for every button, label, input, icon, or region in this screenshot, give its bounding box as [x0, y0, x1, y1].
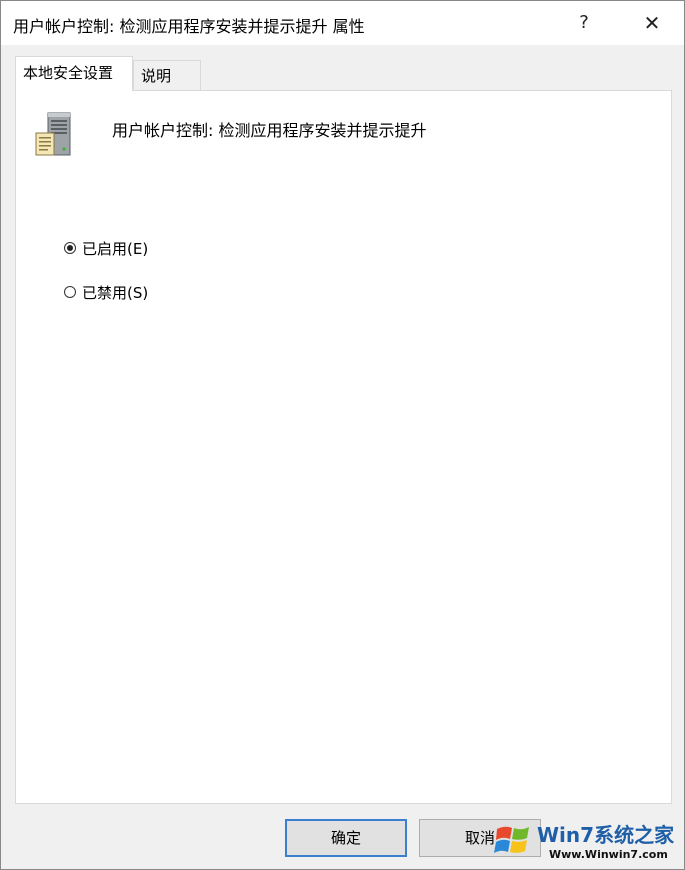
disabled-radio-option[interactable]: 已禁用(S) [64, 281, 148, 303]
title-bar[interactable]: 用户帐户控制: 检测应用程序安装并提示提升 属性 ? ✕ [1, 1, 684, 45]
policy-title: 用户帐户控制: 检测应用程序安装并提示提升 [112, 121, 427, 140]
close-button[interactable]: ✕ [629, 7, 675, 39]
windows-logo-icon [494, 826, 529, 853]
watermark-logo: Win7系统之家 Www.Winwin7.com [493, 813, 683, 869]
tab-local-security-setting[interactable]: 本地安全设置 [15, 56, 133, 91]
watermark-brand: Win7系统之家 [537, 823, 675, 847]
help-button[interactable]: ? [561, 7, 607, 39]
watermark-url: Www.Winwin7.com [549, 848, 668, 861]
window-title: 用户帐户控制: 检测应用程序安装并提示提升 属性 [13, 17, 365, 36]
properties-dialog: 用户帐户控制: 检测应用程序安装并提示提升 属性 ? ✕ 本地安全设置 说明 用… [0, 0, 685, 870]
enabled-radio-label: 已启用(E) [82, 239, 149, 258]
tab-explain[interactable]: 说明 [133, 60, 201, 90]
tab-panel: 用户帐户控制: 检测应用程序安装并提示提升 已启用(E) 已禁用(S) [15, 90, 672, 804]
tab-strip: 本地安全设置 说明 [1, 56, 684, 91]
ok-button[interactable]: 确定 [285, 819, 407, 857]
enabled-radio-button[interactable] [64, 242, 76, 254]
disabled-radio-button[interactable] [64, 286, 76, 298]
enabled-radio-option[interactable]: 已启用(E) [64, 237, 148, 259]
server-icon [35, 112, 71, 156]
disabled-radio-label: 已禁用(S) [82, 283, 149, 302]
